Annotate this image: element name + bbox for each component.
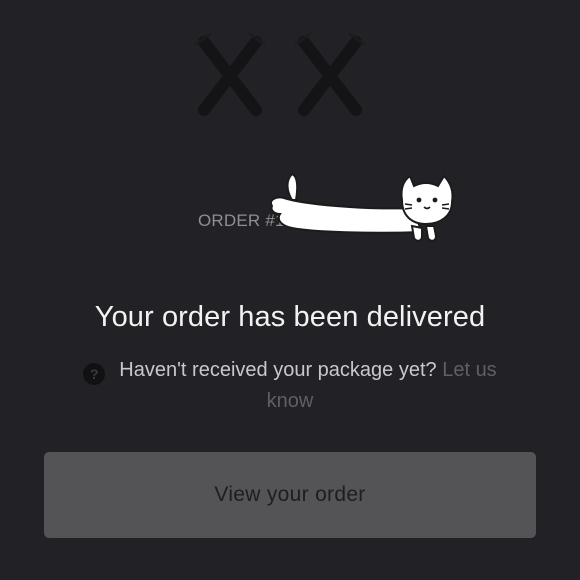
view-order-button[interactable]: View your order bbox=[44, 452, 536, 538]
question-circle-icon: ? bbox=[83, 363, 106, 385]
help-message: ? Haven't received your package yet? Let … bbox=[60, 355, 520, 417]
xx-logo-icon bbox=[194, 32, 366, 116]
help-text: Haven't received your package yet? bbox=[119, 359, 437, 381]
long-cat-sticker-icon bbox=[270, 172, 454, 242]
page-title: Your order has been delivered bbox=[94, 301, 486, 333]
order-info: ORDER #1 bbox=[0, 170, 580, 250]
order-delivered-screen: ORDER #1 Your order has been delivered ?… bbox=[0, 0, 580, 580]
brand-logo bbox=[0, 30, 580, 130]
